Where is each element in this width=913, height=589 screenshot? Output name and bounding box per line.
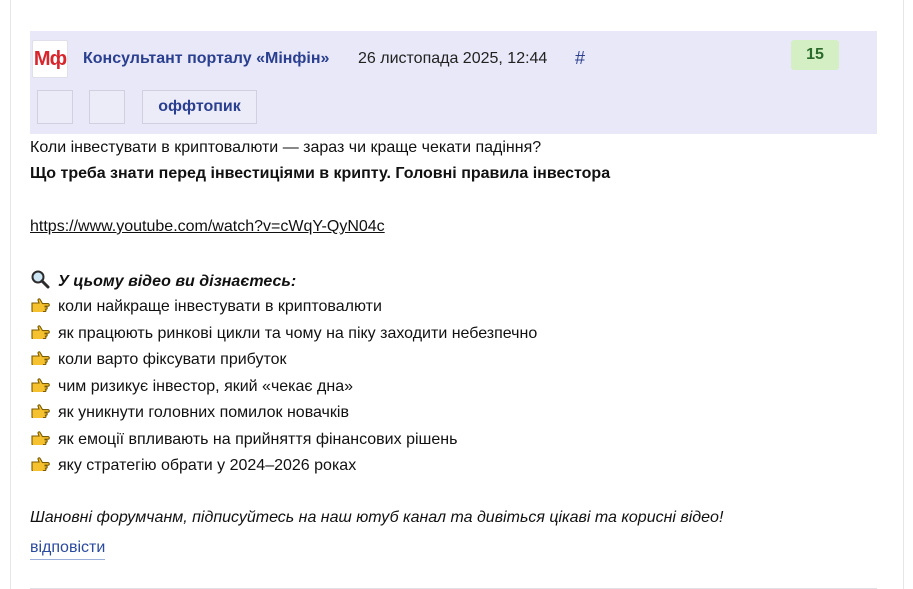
list-item-text: чим ризикує інвестор, який «чекає дна»	[58, 377, 354, 395]
list-item-text: коли найкраще інвестувати в криптовалюти	[58, 298, 382, 315]
pointing-hand-icon	[30, 455, 52, 477]
list-item: як уникнути головних помилок новачків	[30, 402, 349, 424]
video-link[interactable]: https://www.youtube.com/watch?v=cWqY-QyN…	[30, 217, 385, 237]
score-badge[interactable]: 15	[791, 40, 839, 70]
pointing-hand-icon	[30, 349, 52, 371]
avatar[interactable]: Мф	[32, 40, 68, 78]
closing-text: Шановні форумчанм, підписуйтесь на наш ю…	[30, 509, 724, 526]
permalink[interactable]: #	[575, 48, 585, 69]
post-header: Мф Консультант порталу «Мінфін» 26 листо…	[30, 31, 877, 134]
action-button-2[interactable]	[89, 90, 125, 124]
post-date: 26 листопада 2025, 12:44	[358, 50, 548, 67]
list-item-text: як емоції впливають на прийняття фінансо…	[58, 430, 458, 448]
list-item-text: яку стратегію обрати у 2024–2026 роках	[58, 457, 357, 474]
pointing-hand-icon	[30, 323, 52, 345]
action-button-1[interactable]	[37, 90, 73, 124]
tag-offtopic[interactable]: оффтопик	[142, 90, 257, 124]
list-item-text: як працюють ринкові цикли та чому на пік…	[58, 324, 538, 342]
list-item: чим ризикує інвестор, який «чекає дна»	[30, 376, 353, 398]
post-line-1: Коли інвестувати в криптовалюти — зараз …	[30, 139, 542, 156]
pointing-hand-icon	[30, 402, 52, 424]
pointing-hand-icon	[30, 429, 52, 451]
list-item-text: коли варто фіксувати прибуток	[58, 351, 287, 368]
list-heading: У цьому відео ви дізнаєтесь:	[30, 269, 296, 295]
pointing-hand-icon	[30, 296, 52, 318]
post-line-2: Що треба знати перед інвестиціями в крип…	[30, 165, 611, 182]
list-item: коли найкраще інвестувати в криптовалюти	[30, 296, 382, 318]
list-item: коли варто фіксувати прибуток	[30, 349, 287, 371]
list-heading-text: У цьому відео ви дізнаєтесь:	[58, 273, 297, 290]
reply-link[interactable]: відповісти	[30, 538, 106, 560]
magnifier-icon	[30, 269, 52, 295]
list-item: як працюють ринкові цикли та чому на пік…	[30, 323, 537, 345]
list-item: яку стратегію обрати у 2024–2026 роках	[30, 455, 356, 477]
author-link[interactable]: Консультант порталу «Мінфін»	[83, 50, 329, 68]
list-item: як емоції впливають на прийняття фінансо…	[30, 429, 457, 451]
list-item-text: як уникнути головних помилок новачків	[58, 404, 349, 421]
pointing-hand-icon	[30, 376, 52, 398]
